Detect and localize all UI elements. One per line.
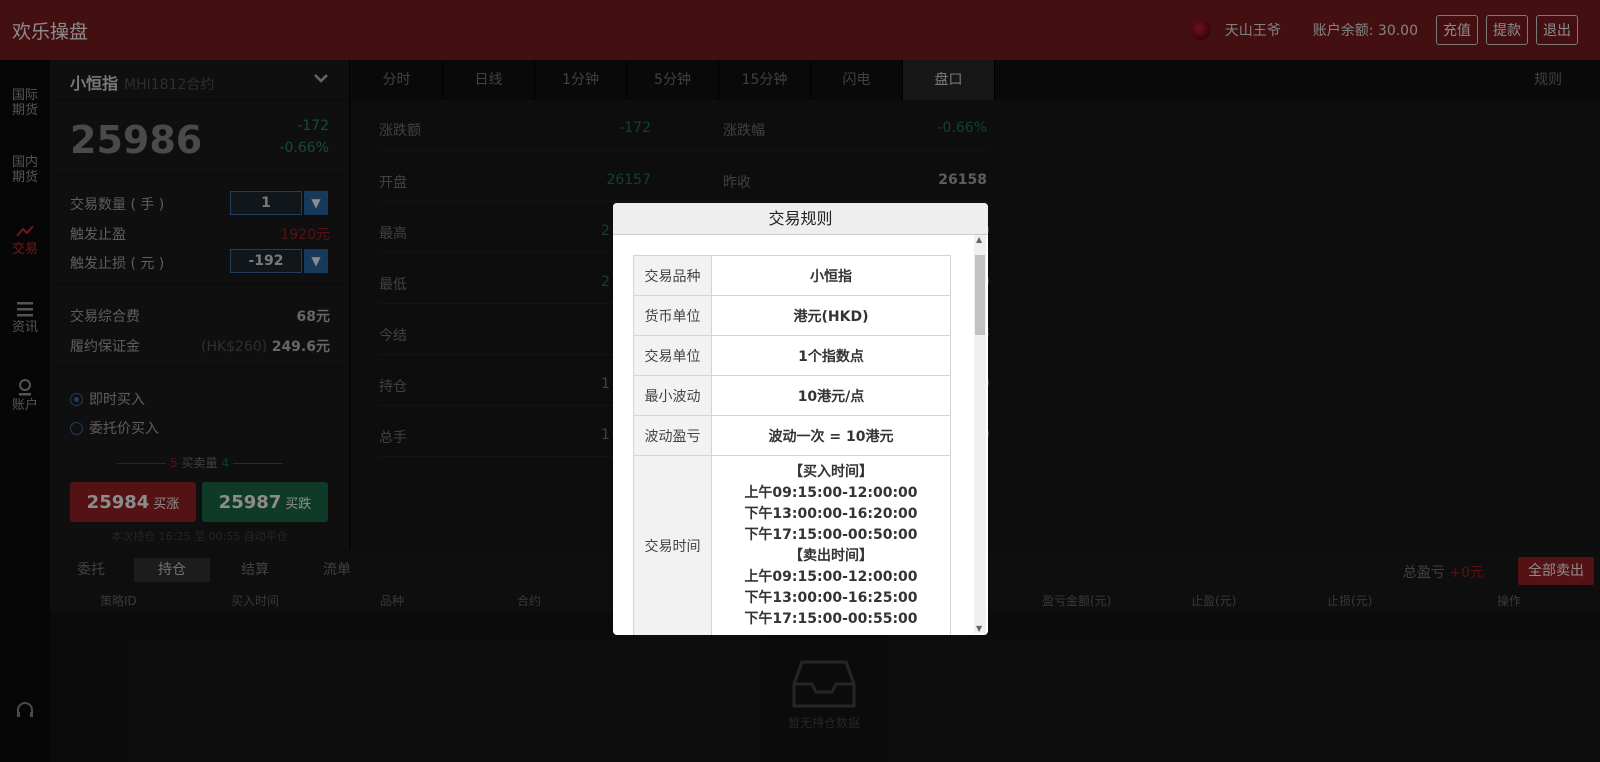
time-line: 上午09:15:00-12:00:00 (744, 568, 918, 585)
time-line: 【买入时间】 (789, 463, 873, 480)
rule-key: 最小波动 (633, 375, 712, 416)
trading-hours: 【买入时间】 上午09:15:00-12:00:00 下午13:00:00-16… (711, 455, 951, 635)
table-row: 波动盈亏 波动一次 = 10港元 (633, 415, 951, 456)
time-line: 上午09:15:00-12:00:00 (744, 484, 918, 501)
table-row: 交易品种 小恒指 (633, 255, 951, 296)
table-row: 最小波动 10港元/点 (633, 375, 951, 416)
rule-value: 1个指数点 (711, 335, 951, 376)
rule-key: 交易单位 (633, 335, 712, 376)
scrollbar-thumb[interactable] (975, 255, 985, 335)
time-line: 下午13:00:00-16:25:00 (744, 589, 918, 606)
table-row: 货币单位 港元(HKD) (633, 295, 951, 336)
time-line: 【卖出时间】 (789, 547, 873, 564)
trading-rules-modal: 交易规则 交易品种 小恒指 货币单位 港元(HKD) 交易单位 1个指数点 最小波动 1… (613, 203, 988, 635)
rule-key: 波动盈亏 (633, 415, 712, 456)
scroll-up-icon[interactable]: ▲ (976, 235, 982, 244)
time-line: 下午17:15:00-00:50:00 (744, 526, 918, 543)
modal-scrollbar[interactable]: ▲ ▼ (974, 235, 986, 633)
modal-title: 交易规则 (613, 203, 988, 235)
rules-table: 交易品种 小恒指 货币单位 港元(HKD) 交易单位 1个指数点 最小波动 10港元/点… (633, 255, 951, 635)
rule-value: 小恒指 (711, 255, 951, 296)
rule-value: 港元(HKD) (711, 295, 951, 336)
table-row: 交易单位 1个指数点 (633, 335, 951, 376)
table-row: 交易时间 【买入时间】 上午09:15:00-12:00:00 下午13:00:… (633, 455, 951, 635)
time-line: 下午17:15:00-00:55:00 (744, 610, 918, 627)
rules-table-wrap: 交易品种 小恒指 货币单位 港元(HKD) 交易单位 1个指数点 最小波动 10港元/点… (633, 255, 951, 635)
rule-value: 波动一次 = 10港元 (711, 415, 951, 456)
rule-key: 交易品种 (633, 255, 712, 296)
scroll-down-icon[interactable]: ▼ (976, 624, 982, 633)
rule-value: 10港元/点 (711, 375, 951, 416)
rule-key: 交易时间 (633, 455, 712, 635)
rule-key: 货币单位 (633, 295, 712, 336)
time-line: 下午13:00:00-16:20:00 (744, 505, 918, 522)
